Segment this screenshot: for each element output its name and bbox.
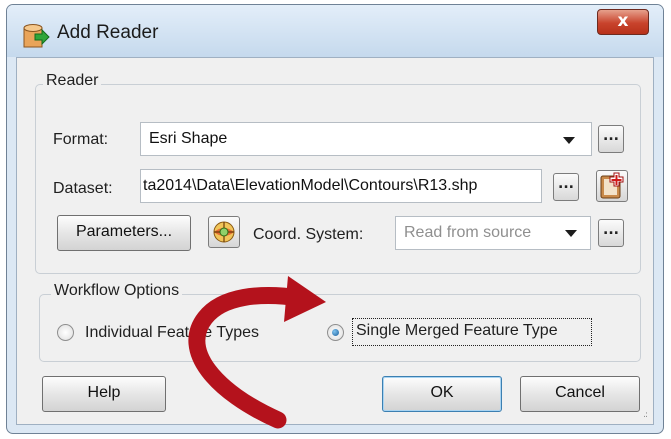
format-label: Format: [53,131,109,148]
cancel-button-label: Cancel [555,384,605,401]
ok-button-label: OK [430,384,454,401]
format-value: Esri Shape [149,130,228,147]
individual-feature-types-label[interactable]: Individual Feature Types [85,324,259,342]
resize-grip-icon[interactable]: .: [643,410,648,420]
coordinate-system-icon [213,221,235,243]
radio-selected-dot [332,329,339,336]
add-dataset-icon [600,172,624,199]
dataset-label: Dataset: [53,180,113,197]
ellipsis-icon: ... [558,176,574,192]
reader-group-title: Reader [43,72,102,90]
ellipsis-icon: ... [603,222,619,238]
format-dropdown[interactable]: Esri Shape [140,122,592,156]
dialog-title: Add Reader [57,22,159,43]
ok-button[interactable]: OK [382,376,502,412]
chevron-down-icon [563,137,575,144]
format-browse-button[interactable]: ... [598,125,624,153]
coord-system-value: Read from source [404,224,532,241]
help-button[interactable]: Help [42,376,166,412]
chevron-down-icon [565,230,577,237]
dataset-options-button[interactable] [596,170,628,202]
single-merged-feature-type-radio[interactable] [327,324,344,341]
close-icon: x [617,11,629,31]
coord-system-label: Coord. System: [253,226,364,243]
coord-system-browse-button[interactable]: ... [598,219,624,247]
dataset-value: ta2014\Data\ElevationModel\Contours\R13.… [143,177,478,194]
individual-feature-types-radio[interactable] [57,324,74,341]
cancel-button[interactable]: Cancel [520,376,640,412]
close-button[interactable]: x [597,9,649,35]
title-bar: Add Reader x [7,5,663,57]
coord-system-picker-button[interactable] [208,216,240,248]
add-reader-dialog: Add Reader x Reader Format: Esri Shape .… [6,4,664,434]
workflow-options-title: Workflow Options [51,282,183,300]
single-merged-feature-type-label[interactable]: Single Merged Feature Type [356,322,558,340]
ellipsis-icon: ... [603,128,619,144]
coord-system-dropdown[interactable]: Read from source [395,216,591,250]
parameters-button-label: Parameters... [75,223,173,240]
dataset-browse-button[interactable]: ... [553,173,579,201]
add-reader-icon [23,24,50,48]
parameters-button[interactable]: Parameters... [57,215,191,251]
dataset-input[interactable]: ta2014\Data\ElevationModel\Contours\R13.… [140,169,542,203]
dialog-body: Reader Format: Esri Shape ... Dataset: t… [16,57,654,425]
help-button-label: Help [87,384,121,401]
